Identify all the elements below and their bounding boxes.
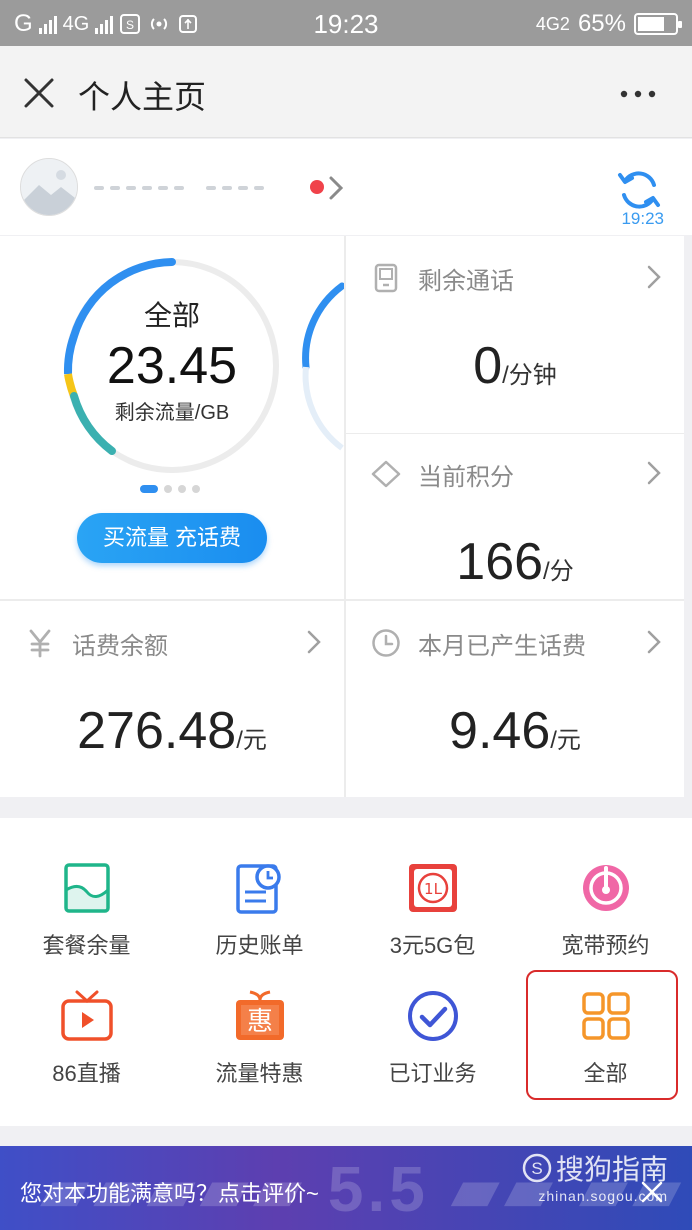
carousel-indicator <box>140 485 200 493</box>
card-title: 剩余通话 <box>418 267 514 295</box>
svg-text:惠: 惠 <box>247 1007 273 1037</box>
diamond-icon <box>371 460 401 488</box>
status-bar: G 4G S 19:23 4G2 65% <box>0 0 692 46</box>
service-86-live[interactable]: 86直播 <box>0 988 173 1118</box>
chevron-right-icon[interactable] <box>327 175 345 201</box>
service-bill-history[interactable]: 历史账单 <box>173 860 346 990</box>
check-circle-icon <box>408 991 458 1041</box>
battery-label: 65% <box>577 10 626 37</box>
monthly-charges-unit: /元 <box>550 727 581 754</box>
phone-icon <box>374 263 398 293</box>
network-right-label: 4G2 <box>535 13 570 34</box>
balance-card[interactable]: 话费余额 276.48/元 <box>0 601 344 797</box>
card-value: 0/分钟 <box>346 336 684 396</box>
more-icon[interactable] <box>620 90 656 98</box>
service-label: 历史账单 <box>215 933 304 958</box>
tv-live-icon <box>61 990 113 1041</box>
chevron-right-icon[interactable] <box>646 460 662 486</box>
card-header: 当前积分 <box>370 456 514 492</box>
feedback-text[interactable]: 您对本功能满意吗？点击评价~ <box>20 1176 319 1208</box>
balance-unit: /元 <box>236 727 267 754</box>
service-label: 3元5G包 <box>389 933 476 958</box>
card-header: 剩余通话 <box>370 260 514 296</box>
feedback-banner[interactable]: ▰▰▰▰▰ 5.5 ▰▰ ▰▰ 您对本功能满意吗？点击评价~ S 搜狗指南 zh… <box>0 1146 692 1230</box>
service-label: 86直播 <box>52 1061 121 1086</box>
data-usage-card[interactable]: 全部 23.45 剩余流量/GB 买流量 充话费 <box>0 236 344 599</box>
svg-text:S: S <box>531 1159 542 1178</box>
service-label: 套餐余量 <box>42 933 131 958</box>
page-title: 个人主页 <box>78 79 207 115</box>
svg-text:1L: 1L <box>424 880 443 898</box>
service-label: 流量特惠 <box>215 1061 304 1086</box>
next-ring-preview <box>302 282 344 451</box>
gift-icon: 惠 <box>236 990 284 1040</box>
data-usage-unit: 剩余流量/GB <box>114 402 230 424</box>
broadband-icon <box>583 865 629 911</box>
service-5g-package[interactable]: 1L 3元5G包 <box>346 860 519 990</box>
refresh-time: 19:23 <box>621 209 664 228</box>
sogou-logo-icon: S <box>522 1153 552 1183</box>
nav-bar: 个人主页 <box>0 46 692 138</box>
monthly-charges-value: 9.46 <box>449 702 551 760</box>
remaining-calls-unit: /分钟 <box>502 362 557 389</box>
monthly-charges-card[interactable]: 本月已产生话费 9.46/元 <box>346 601 684 797</box>
services-grid: 套餐余量 历史账单 1L 3元5G包 宽带预约 86直播 惠 流量特惠 已订业务… <box>0 818 692 1126</box>
service-package-remaining[interactable]: 套餐余量 <box>0 860 173 990</box>
data-usage-label: 全部 <box>143 300 200 331</box>
card-title: 当前积分 <box>418 463 514 491</box>
bill-history-icon <box>236 864 281 914</box>
status-right: 4G2 65% <box>535 10 682 38</box>
user-row[interactable]: 19:23 <box>0 139 692 235</box>
battery-icon <box>634 13 682 35</box>
notification-dot <box>310 180 324 194</box>
card-title: 本月已产生话费 <box>418 632 586 660</box>
card-value: 9.46/元 <box>346 701 684 761</box>
chevron-right-icon[interactable] <box>306 629 322 655</box>
points-card[interactable]: 当前积分 166/分 <box>346 434 684 599</box>
card-header: 话费余额 <box>24 625 168 661</box>
close-icon[interactable] <box>640 1180 664 1204</box>
package-icon <box>64 863 110 913</box>
service-label: 宽带预约 <box>561 933 650 958</box>
avatar-image-icon <box>21 159 77 215</box>
clock-icon <box>372 629 400 657</box>
remaining-calls-card[interactable]: 剩余通话 0/分钟 <box>346 236 684 433</box>
data-usage-value: 23.45 <box>106 337 238 395</box>
close-icon[interactable] <box>22 76 56 110</box>
refresh-icon[interactable] <box>616 167 662 213</box>
points-unit: /分 <box>543 558 574 585</box>
points-value: 166 <box>456 533 544 591</box>
chevron-right-icon[interactable] <box>646 629 662 655</box>
avatar[interactable] <box>20 158 78 216</box>
buy-data-recharge-button[interactable]: 买流量 充话费 <box>77 513 267 563</box>
highlight-box <box>526 970 678 1100</box>
service-label: 已订业务 <box>388 1061 477 1086</box>
masked-phone-number <box>94 186 264 190</box>
5g-package-icon: 1L <box>409 864 457 912</box>
service-data-deals[interactable]: 惠 流量特惠 <box>173 988 346 1118</box>
card-title: 话费余额 <box>72 632 168 660</box>
yuan-icon <box>29 629 51 658</box>
service-subscribed[interactable]: 已订业务 <box>346 988 519 1118</box>
chevron-right-icon[interactable] <box>646 264 662 290</box>
card-value: 276.48/元 <box>0 701 344 761</box>
card-value: 166/分 <box>346 532 684 592</box>
card-header: 本月已产生话费 <box>370 625 586 661</box>
balance-value: 276.48 <box>77 702 237 760</box>
remaining-calls-value: 0 <box>473 337 503 395</box>
